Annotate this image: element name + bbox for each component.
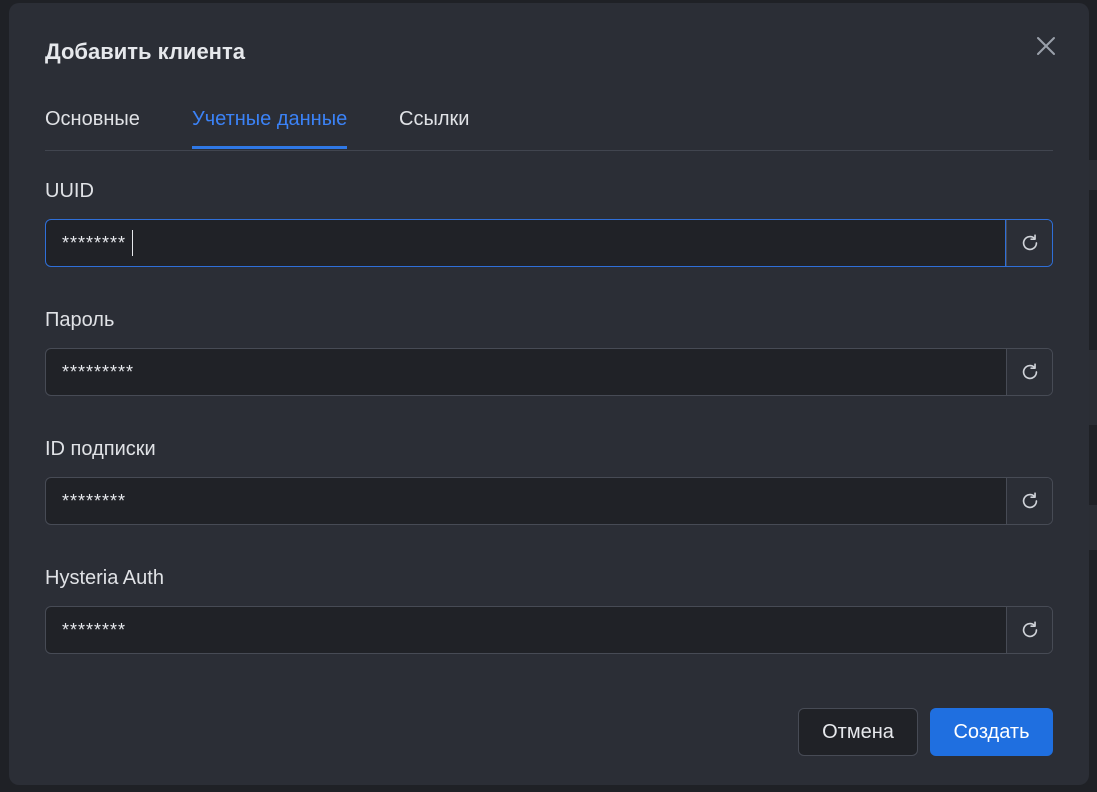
hysteria-auth-regenerate-button[interactable] <box>1006 607 1052 653</box>
add-client-dialog: Добавить клиента Основные Учетные данные… <box>9 3 1089 785</box>
subscription-id-input[interactable] <box>46 478 1006 524</box>
password-input[interactable] <box>46 349 1006 395</box>
tab-bar: Основные Учетные данные Ссылки <box>45 99 1053 151</box>
close-button[interactable] <box>1031 31 1061 61</box>
tab-basic[interactable]: Основные <box>45 99 140 149</box>
hysteria-auth-input-group <box>45 606 1053 654</box>
subscription-id-regenerate-button[interactable] <box>1006 478 1052 524</box>
subscription-id-input-group <box>45 477 1053 525</box>
hysteria-auth-label: Hysteria Auth <box>45 567 164 589</box>
subscription-id-label: ID подписки <box>45 438 156 460</box>
refresh-icon <box>1022 621 1037 638</box>
password-input-group <box>45 348 1053 396</box>
password-regenerate-button[interactable] <box>1006 349 1052 395</box>
password-label: Пароль <box>45 309 115 331</box>
refresh-icon <box>1022 363 1037 380</box>
text-cursor <box>132 230 133 256</box>
uuid-label: UUID <box>45 180 94 202</box>
refresh-icon <box>1022 234 1037 251</box>
close-icon <box>1037 37 1055 55</box>
hysteria-auth-input[interactable] <box>46 607 1006 653</box>
tab-credentials[interactable]: Учетные данные <box>192 99 348 149</box>
uuid-input[interactable] <box>46 220 1006 266</box>
cancel-button[interactable]: Отмена <box>798 708 918 756</box>
tab-links[interactable]: Ссылки <box>399 99 469 149</box>
uuid-input-group <box>45 219 1053 267</box>
refresh-icon <box>1022 492 1037 509</box>
uuid-regenerate-button[interactable] <box>1006 220 1052 266</box>
dialog-title: Добавить клиента <box>45 39 245 64</box>
create-button[interactable]: Создать <box>930 708 1053 756</box>
